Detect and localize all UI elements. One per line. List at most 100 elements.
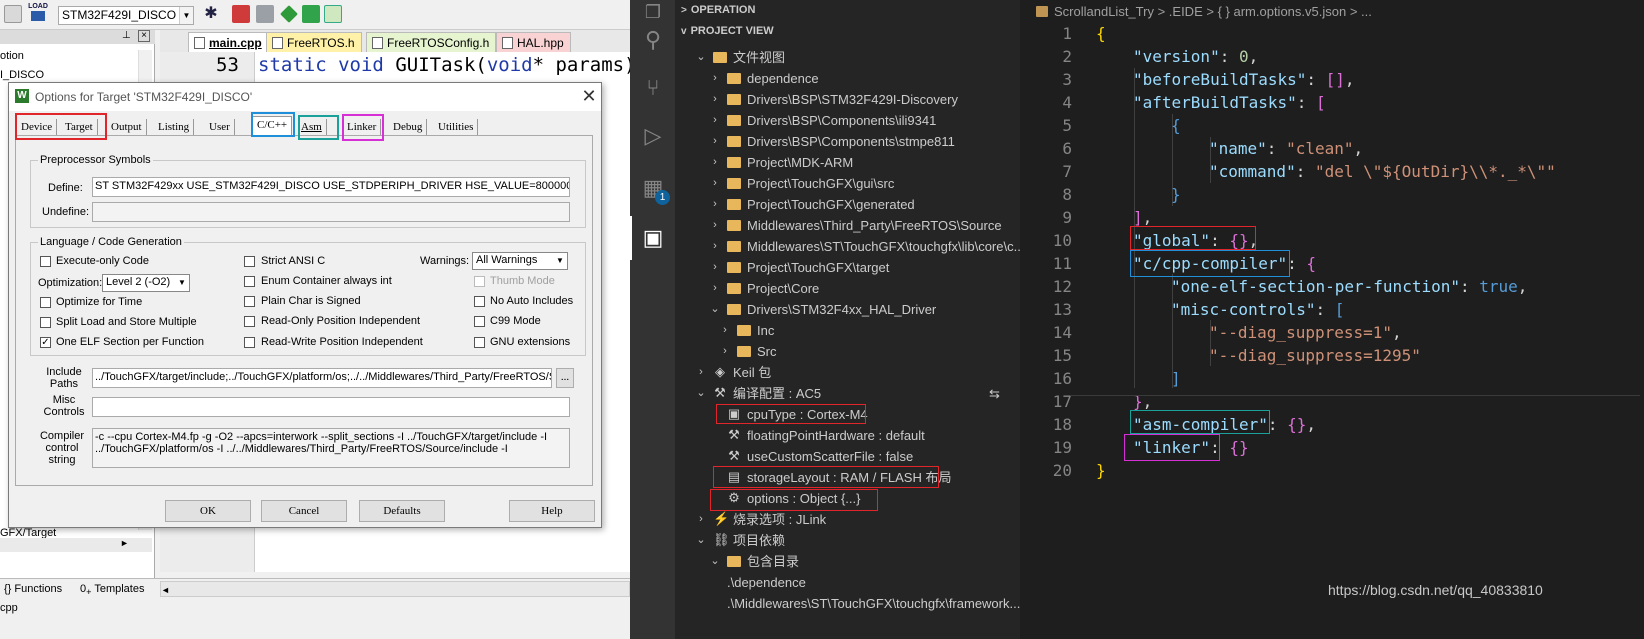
tab-templates[interactable]: 0+ Templates — [80, 583, 144, 597]
diamond-icon[interactable] — [280, 5, 298, 23]
undefine-field[interactable] — [92, 202, 570, 222]
tab-utilities[interactable]: Utilities — [434, 119, 479, 136]
optimization-select[interactable]: Level 2 (-O2) ▼ — [102, 274, 190, 292]
tree-item[interactable]: › Middlewares\ST\TouchGFX\touchgfx\lib\co… — [675, 236, 1024, 257]
tab-functions[interactable]: {} Functions — [4, 583, 62, 595]
h-scrollbar[interactable]: ► — [0, 538, 152, 552]
tree-item[interactable]: ⚒ useCustomScatterFile : false — [675, 446, 1020, 467]
explorer-icon[interactable]: ❐ — [641, 0, 665, 24]
code-line-14[interactable]: "--diag_suppress=1", — [1209, 323, 1402, 342]
editor-h-scrollbar[interactable]: ◄ — [160, 581, 630, 597]
chevron-right-icon[interactable]: › — [695, 362, 707, 383]
chevron-right-icon[interactable]: › — [709, 236, 721, 257]
close-icon[interactable]: × — [138, 30, 150, 42]
chevron-right-icon[interactable]: › — [709, 194, 721, 215]
chevron-down-icon[interactable]: ▼ — [179, 7, 193, 24]
tree-item[interactable]: ⌄ ⛓ 项目依赖 — [675, 530, 1020, 551]
include-paths-field[interactable]: ../TouchGFX/target/include;../TouchGFX/p… — [92, 368, 552, 388]
operation-section[interactable]: > OPERATION — [675, 0, 1020, 21]
tree-item[interactable]: › Project\TouchGFX\gui\src — [675, 173, 1020, 194]
scroll-right-icon[interactable]: ► — [120, 538, 129, 548]
ro-pi-checkbox[interactable] — [244, 316, 255, 327]
tree-item[interactable]: › ◈ Keil 包 — [675, 362, 1020, 383]
tree-item[interactable]: › Inc — [675, 320, 1020, 341]
split-load-checkbox[interactable] — [40, 317, 51, 328]
switch-icon[interactable]: ⇆ — [989, 383, 1000, 404]
code-line-13[interactable]: "misc-controls": [ — [1171, 300, 1344, 319]
c99-checkbox[interactable] — [474, 316, 485, 327]
tree-item[interactable]: › ⚡ 烧录选项 : JLink — [675, 509, 1020, 530]
chevron-right-icon[interactable]: › — [709, 278, 721, 299]
chevron-right-icon[interactable]: › — [709, 131, 721, 152]
code-line-8[interactable]: } — [1171, 185, 1181, 204]
source-control-icon[interactable]: ⑂ — [641, 76, 665, 100]
rw-pi-checkbox[interactable] — [244, 337, 255, 348]
tree-item[interactable]: › Src — [675, 341, 1020, 362]
code-editor[interactable]: ScrollandList_Try > .EIDE > { } arm.opti… — [1020, 0, 1644, 639]
tab-user[interactable]: User — [205, 119, 235, 136]
project-view-section[interactable]: v PROJECT VIEW — [675, 21, 1020, 42]
strict-ansi-checkbox[interactable] — [244, 256, 255, 267]
chevron-right-icon[interactable]: › — [709, 257, 721, 278]
tab-listing[interactable]: Listing — [154, 119, 195, 136]
cancel-button[interactable]: Cancel — [261, 500, 347, 522]
chevron-down-icon[interactable]: ⌄ — [709, 551, 721, 572]
code-line-12[interactable]: "one-elf-section-per-function": true, — [1171, 277, 1527, 296]
tree-item[interactable]: › Project\TouchGFX\target — [675, 257, 1020, 278]
code-line-4[interactable]: "afterBuildTasks": [ — [1133, 93, 1326, 112]
chevron-right-icon[interactable]: › — [709, 110, 721, 131]
code-line-15[interactable]: "--diag_suppress=1295" — [1209, 346, 1421, 365]
tree-item[interactable]: ⚒ floatingPointHardware : default — [675, 425, 1020, 446]
chevron-down-icon[interactable]: ⌄ — [695, 383, 707, 404]
code-line-1[interactable]: { — [1096, 24, 1106, 43]
tree-item[interactable]: › Drivers\BSP\Components\stmpe811 — [675, 131, 1020, 152]
browse-button[interactable]: ... — [556, 368, 574, 388]
ok-button[interactable]: OK — [165, 500, 251, 522]
chevron-right-icon[interactable]: › — [695, 509, 707, 530]
tree-item[interactable]: ⌄ 包含目录 — [675, 551, 1020, 572]
project-tree-item[interactable]: I_DISCO — [0, 69, 44, 81]
project-tree-item[interactable]: otion — [0, 50, 24, 62]
code-line-9[interactable]: ], — [1133, 208, 1152, 227]
tree-item[interactable]: ⌄ ⚒ 编译配置 : AC5 ⇆ — [675, 383, 1020, 404]
tree-item[interactable]: ⌄ 文件视图 — [675, 47, 1020, 68]
breadcrumb-item[interactable]: ... — [1361, 4, 1372, 19]
toolbar-button[interactable] — [4, 5, 22, 23]
pin-icon[interactable]: ⊥ — [122, 30, 131, 41]
scroll-left-icon[interactable]: ◄ — [161, 585, 170, 595]
define-field[interactable]: ST STM32F429xx USE_STM32F429I_DISCO USE_… — [92, 177, 570, 197]
code-line-7[interactable]: "command": "del \"${OutDir}\\*._*\"" — [1209, 162, 1556, 181]
tree-item[interactable]: .\dependence — [675, 572, 1020, 593]
installer-icon[interactable] — [324, 5, 342, 23]
pack-icon[interactable] — [302, 5, 320, 23]
tab-freertosconfig-h[interactable]: FreeRTOSConfig.h — [366, 32, 497, 52]
tree-item[interactable]: › Drivers\BSP\STM32F429I-Discovery — [675, 89, 1020, 110]
tree-item[interactable]: › dependence — [675, 68, 1020, 89]
code-line-3[interactable]: "beforeBuildTasks": [], — [1133, 70, 1355, 89]
no-auto-checkbox[interactable] — [474, 296, 485, 307]
execute-only-checkbox[interactable] — [40, 256, 51, 267]
chevron-right-icon[interactable]: › — [709, 173, 721, 194]
code-line[interactable]: static void GUITask(void* params) — [258, 54, 630, 76]
warnings-select[interactable]: All Warnings ▼ — [472, 252, 568, 270]
eide-chip-icon[interactable]: ▣ — [641, 226, 665, 250]
tab-freertos-h[interactable]: FreeRTOS.h — [266, 32, 362, 52]
tab-main-cpp[interactable]: main.cpp — [188, 32, 269, 52]
tab-hal-hpp[interactable]: HAL.hpp — [496, 32, 571, 52]
tab-debug[interactable]: Debug — [389, 119, 428, 136]
compiler-control-field[interactable]: -c --cpu Cortex-M4.fp -g -O2 --apcs=inte… — [92, 428, 570, 468]
chevron-down-icon[interactable]: ⌄ — [695, 47, 707, 68]
tree-item[interactable]: › Project\TouchGFX\generated — [675, 194, 1020, 215]
breadcrumb-item[interactable]: ScrollandList_Try — [1054, 4, 1154, 19]
chevron-right-icon[interactable]: › — [719, 320, 731, 341]
gnu-checkbox[interactable] — [474, 337, 485, 348]
chevron-right-icon[interactable]: › — [709, 215, 721, 236]
chevron-right-icon[interactable]: › — [709, 68, 721, 89]
tree-item[interactable]: › Project\MDK-ARM — [675, 152, 1020, 173]
enum-container-checkbox[interactable] — [244, 276, 255, 287]
tree-item[interactable]: ⌄ Drivers\STM32F4xx_HAL_Driver — [675, 299, 1020, 320]
tree-item[interactable]: .\Middlewares\ST\TouchGFX\touchgfx\frame… — [675, 593, 1020, 614]
plain-char-checkbox[interactable] — [244, 296, 255, 307]
tree-item[interactable]: › Project\Core — [675, 278, 1020, 299]
tree-item[interactable]: › Middlewares\Third_Party\FreeRTOS\Source — [675, 215, 1020, 236]
